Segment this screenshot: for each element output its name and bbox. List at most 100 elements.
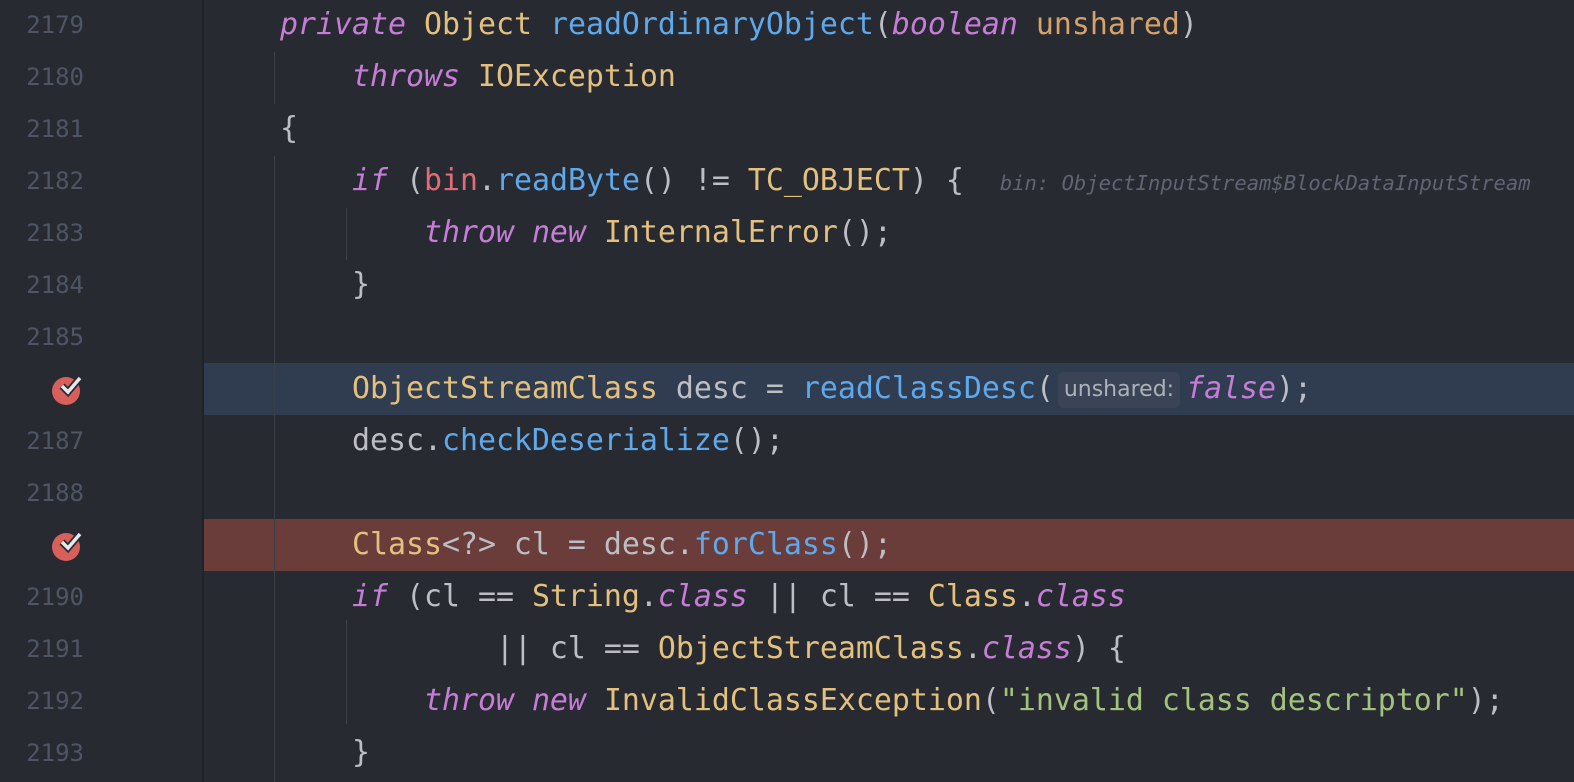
method-name: readClassDesc: [801, 371, 1036, 406]
keyword: class: [657, 579, 748, 614]
line-highlight: [204, 467, 1574, 519]
keyword: class: [981, 631, 1072, 666]
type-name: String: [531, 579, 640, 614]
code-text: ): [1179, 7, 1198, 42]
code-line[interactable]: 2182 if (bin.readByte() != TC_OBJECT) { …: [0, 155, 1574, 207]
code-text: (: [981, 683, 1000, 718]
code-content: if (bin.readByte() != TC_OBJECT) { bin: …: [208, 155, 1531, 209]
field: bin: [423, 163, 478, 198]
code-content: private Object readOrdinaryObject(boolea…: [208, 0, 1198, 51]
keyword: false: [1186, 371, 1277, 406]
line-number[interactable]: 2192: [0, 675, 84, 727]
code-line[interactable]: 2193 }: [0, 727, 1574, 779]
code-text: .: [1017, 579, 1036, 614]
code-line[interactable]: 2187 desc.checkDeserialize();: [0, 415, 1574, 467]
inlay-type-hint: bin: ObjectInputStream$BlockDataInputStr…: [999, 171, 1531, 195]
keyword: if: [351, 163, 388, 198]
type-name: TC_OBJECT: [747, 163, 910, 198]
breakpoint-line[interactable]: Class<?> cl = desc.forClass();: [0, 519, 1574, 571]
code-text: desc.: [208, 423, 442, 458]
keyword: if: [351, 579, 388, 614]
line-number[interactable]: 2179: [0, 0, 84, 51]
code-text: }: [208, 735, 370, 770]
code-text: || cl ==: [747, 579, 928, 614]
code-text: .: [477, 163, 496, 198]
method-name: forClass: [693, 527, 838, 562]
keyword: new: [531, 215, 586, 250]
line-number[interactable]: 2183: [0, 207, 84, 259]
code-text: );: [1467, 683, 1504, 718]
code-content: desc.checkDeserialize();: [208, 415, 784, 467]
code-line[interactable]: 2190 if (cl == String.class || cl == Cla…: [0, 571, 1574, 623]
code-text: () !=: [639, 163, 748, 198]
verified-breakpoint-icon[interactable]: [50, 372, 84, 406]
keyword: throw: [423, 215, 514, 250]
line-number[interactable]: 2188: [0, 467, 84, 519]
line-number[interactable]: 2185: [0, 311, 84, 363]
line-number[interactable]: 2182: [0, 155, 84, 207]
line-number[interactable]: 2191: [0, 623, 84, 675]
line-number[interactable]: 2180: [0, 51, 84, 103]
code-text: ) {: [1071, 631, 1126, 666]
code-text: ();: [837, 215, 892, 250]
code-line[interactable]: 2179 private Object readOrdinaryObject(b…: [0, 0, 1574, 51]
code-content: if (cl == String.class || cl == Class.cl…: [208, 571, 1126, 623]
keyword: throw: [423, 683, 514, 718]
code-line[interactable]: 2185: [0, 311, 1574, 363]
line-number[interactable]: 2181: [0, 103, 84, 155]
line-number[interactable]: 2184: [0, 259, 84, 311]
code-line[interactable]: 2184 }: [0, 259, 1574, 311]
code-line[interactable]: 2180 throws IOException: [0, 51, 1574, 103]
verified-breakpoint-icon[interactable]: [50, 528, 84, 562]
type-name: InternalError: [603, 215, 838, 250]
code-line[interactable]: 2181 {: [0, 103, 1574, 155]
parameter: unshared: [1035, 7, 1180, 42]
method-name: checkDeserialize: [441, 423, 730, 458]
method-name: readOrdinaryObject: [549, 7, 874, 42]
indent-guide: [274, 156, 275, 782]
indent-guide: [274, 52, 275, 104]
line-number[interactable]: 2187: [0, 415, 84, 467]
line-number[interactable]: 2193: [0, 727, 84, 779]
code-line[interactable]: 2188: [0, 467, 1574, 519]
indent-guide: [346, 620, 347, 724]
code-text: ();: [729, 423, 784, 458]
code-line[interactable]: 2191 || cl == ObjectStreamClass.class) {: [0, 623, 1574, 675]
code-text: ) {: [909, 163, 1000, 198]
code-line[interactable]: 2183 throw new InternalError();: [0, 207, 1574, 259]
current-execution-line[interactable]: ObjectStreamClass desc = readClassDesc(u…: [0, 363, 1574, 415]
line-number[interactable]: 2190: [0, 571, 84, 623]
code-text: .: [639, 579, 658, 614]
line-highlight: [204, 727, 1574, 779]
type-name: InvalidClassException: [603, 683, 982, 718]
code-content: throw new InvalidClassException("invalid…: [208, 675, 1504, 727]
line-highlight: [204, 259, 1574, 311]
code-line[interactable]: 2192 throw new InvalidClassException("in…: [0, 675, 1574, 727]
code-text: {: [208, 111, 298, 146]
code-content: {: [208, 103, 298, 155]
code-text: <?> cl = desc.: [441, 527, 694, 562]
code-content: throw new InternalError();: [208, 207, 892, 259]
type-name: IOException: [477, 59, 676, 94]
keyword: class: [1035, 579, 1126, 614]
keyword: private: [279, 7, 406, 42]
code-content: ObjectStreamClass desc = readClassDesc(u…: [208, 363, 1312, 415]
line-highlight: [204, 311, 1574, 363]
keyword: boolean: [891, 7, 1018, 42]
type-name: ObjectStreamClass: [351, 371, 658, 406]
code-text: );: [1276, 371, 1313, 406]
code-text: (: [1035, 371, 1054, 406]
